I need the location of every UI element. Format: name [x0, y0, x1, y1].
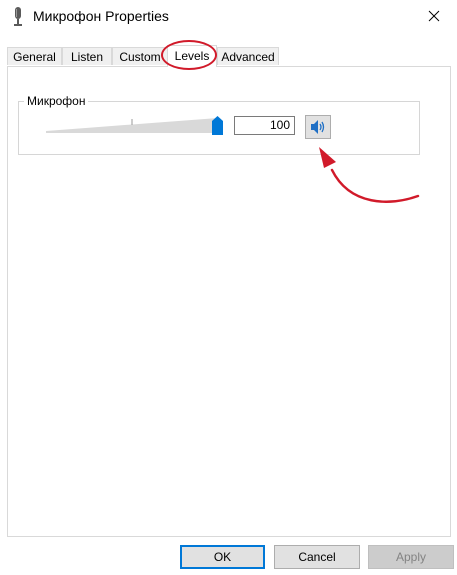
device-label: Микрофон [24, 94, 89, 108]
mute-button[interactable] [305, 115, 331, 139]
title-bar: Микрофон Properties [0, 0, 457, 34]
annotation-arrow [319, 147, 420, 203]
levels-highlight-ellipse [161, 40, 217, 70]
tab-custom[interactable]: Custom [112, 47, 168, 65]
window-title: Микрофон Properties [33, 8, 169, 24]
speaker-icon [311, 120, 325, 134]
apply-button[interactable]: Apply [368, 545, 454, 569]
volume-slider[interactable] [46, 117, 230, 133]
close-button[interactable] [411, 0, 457, 32]
tab-strip: General Listen Custom Levels Advanced [7, 45, 452, 67]
cancel-button[interactable]: Cancel [274, 545, 360, 569]
ok-button[interactable]: OK [180, 545, 265, 569]
tab-listen[interactable]: Listen [62, 47, 112, 65]
microphone-icon [12, 7, 24, 27]
level-value-field[interactable]: 100 [234, 116, 295, 135]
tab-general[interactable]: General [7, 47, 62, 65]
slider-thumb[interactable] [212, 116, 223, 135]
close-icon [428, 10, 440, 22]
tab-advanced[interactable]: Advanced [217, 47, 279, 65]
